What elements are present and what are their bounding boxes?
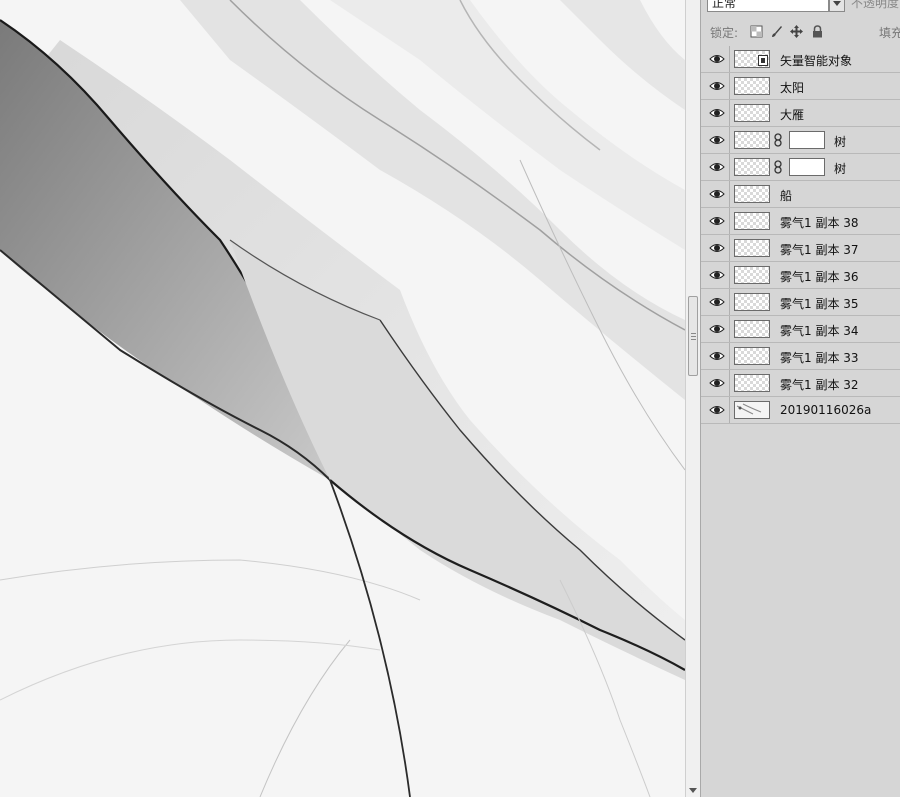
scroll-down-arrow-icon[interactable] xyxy=(689,788,697,793)
layer-name: 雾气1 副本 33 xyxy=(780,351,859,365)
visibility-eye-icon[interactable] xyxy=(706,76,728,96)
layer-name: 船 xyxy=(780,189,793,203)
layer-row[interactable]: 矢量智能对象 xyxy=(701,46,900,73)
layer-thumbnail[interactable] xyxy=(734,131,770,149)
layer-row[interactable]: 雾气1 副本 35 xyxy=(701,289,900,316)
layer-name: 树 xyxy=(834,162,847,176)
layer-name: 雾气1 副本 38 xyxy=(780,216,859,230)
visibility-eye-icon[interactable] xyxy=(706,238,728,258)
layer-row[interactable]: 雾气1 副本 33 xyxy=(701,343,900,370)
layer-name: 雾气1 副本 37 xyxy=(780,243,859,257)
layer-thumbnail[interactable] xyxy=(734,374,770,392)
layer-thumbnail[interactable] xyxy=(734,347,770,365)
row-divider xyxy=(729,397,730,423)
document-canvas[interactable] xyxy=(0,0,685,797)
layer-thumbnail[interactable] xyxy=(734,77,770,95)
scrollbar-grip-icon xyxy=(691,333,696,334)
row-divider xyxy=(729,154,730,180)
visibility-eye-icon[interactable] xyxy=(706,157,728,177)
row-divider xyxy=(729,127,730,153)
layer-thumbnail[interactable] xyxy=(734,293,770,311)
row-divider xyxy=(729,100,730,126)
layer-name: 20190116026a xyxy=(780,403,872,417)
layer-row[interactable]: 雾气1 副本 34 xyxy=(701,316,900,343)
layer-name: 矢量智能对象 xyxy=(780,54,853,68)
layer-thumbnail[interactable] xyxy=(734,104,770,122)
layer-name: 大雁 xyxy=(780,108,805,122)
layer-thumbnail[interactable] xyxy=(734,185,770,203)
visibility-eye-icon[interactable] xyxy=(706,265,728,285)
row-divider xyxy=(729,235,730,261)
opacity-label: 不透明度 xyxy=(851,0,900,10)
layer-row[interactable]: 20190116026a xyxy=(701,397,900,424)
layer-row[interactable]: 树 xyxy=(701,154,900,181)
row-divider xyxy=(729,343,730,369)
layer-row[interactable]: 雾气1 副本 36 xyxy=(701,262,900,289)
visibility-eye-icon[interactable] xyxy=(706,373,728,393)
layer-row[interactable]: 船 xyxy=(701,181,900,208)
fill-label: 填充 xyxy=(879,26,900,40)
mask-link-chain-icon[interactable] xyxy=(773,133,783,147)
smart-object-badge-icon xyxy=(758,55,768,66)
lock-paint-icon[interactable] xyxy=(770,25,783,38)
layer-thumbnail[interactable] xyxy=(734,320,770,338)
visibility-eye-icon[interactable] xyxy=(706,130,728,150)
layer-row[interactable]: 树 xyxy=(701,127,900,154)
layer-thumbnail[interactable] xyxy=(734,401,770,419)
canvas-vertical-scrollbar[interactable] xyxy=(685,0,701,797)
layer-thumbnail[interactable] xyxy=(734,212,770,230)
visibility-eye-icon[interactable] xyxy=(706,292,728,312)
blend-mode-select[interactable]: 正常 xyxy=(707,0,829,12)
layer-row[interactable]: 雾气1 副本 32 xyxy=(701,370,900,397)
visibility-eye-icon[interactable] xyxy=(706,319,728,339)
layer-row[interactable]: 大雁 xyxy=(701,100,900,127)
blend-mode-row: 正常 不透明度 xyxy=(701,0,900,15)
layer-thumbnail[interactable] xyxy=(734,266,770,284)
row-divider xyxy=(729,181,730,207)
photo-thumbnail-image xyxy=(735,402,769,418)
layer-name: 树 xyxy=(834,135,847,149)
lock-all-icon[interactable] xyxy=(811,25,824,38)
visibility-eye-icon[interactable] xyxy=(706,346,728,366)
row-divider xyxy=(729,316,730,342)
layer-name: 雾气1 副本 36 xyxy=(780,270,859,284)
layer-list: 矢量智能对象 太阳 大雁 树 树 船 雾气1 副本 38 雾气1 副本 37 雾… xyxy=(701,46,900,424)
ink-wash-artwork xyxy=(0,0,685,797)
lock-transparent-icon[interactable] xyxy=(750,25,763,38)
row-divider xyxy=(729,73,730,99)
lock-move-icon[interactable] xyxy=(790,25,803,38)
visibility-eye-icon[interactable] xyxy=(706,103,728,123)
visibility-eye-icon[interactable] xyxy=(706,211,728,231)
layer-name: 雾气1 副本 35 xyxy=(780,297,859,311)
layer-row[interactable]: 雾气1 副本 37 xyxy=(701,235,900,262)
layer-row[interactable]: 太阳 xyxy=(701,73,900,100)
layer-name: 太阳 xyxy=(780,81,805,95)
layer-mask-thumbnail[interactable] xyxy=(789,158,825,176)
scrollbar-thumb[interactable] xyxy=(688,296,698,376)
row-divider xyxy=(729,208,730,234)
chevron-down-icon[interactable] xyxy=(829,0,845,12)
layer-mask-thumbnail[interactable] xyxy=(789,131,825,149)
lock-label: 锁定: xyxy=(710,26,739,40)
row-divider xyxy=(729,46,730,72)
layer-name: 雾气1 副本 34 xyxy=(780,324,859,338)
visibility-eye-icon[interactable] xyxy=(706,400,728,420)
layers-panel: 正常 不透明度 锁定: 填充 矢量智能对象 太阳 大雁 树 树 船 雾气1 副本… xyxy=(701,0,900,797)
visibility-eye-icon[interactable] xyxy=(706,49,728,69)
layer-row[interactable]: 雾气1 副本 38 xyxy=(701,208,900,235)
layer-thumbnail[interactable] xyxy=(734,239,770,257)
layer-name: 雾气1 副本 32 xyxy=(780,378,859,392)
visibility-eye-icon[interactable] xyxy=(706,184,728,204)
row-divider xyxy=(729,262,730,288)
layer-thumbnail[interactable] xyxy=(734,158,770,176)
row-divider xyxy=(729,370,730,396)
lock-row: 锁定: 填充 xyxy=(701,22,900,44)
row-divider xyxy=(729,289,730,315)
mask-link-chain-icon[interactable] xyxy=(773,160,783,174)
